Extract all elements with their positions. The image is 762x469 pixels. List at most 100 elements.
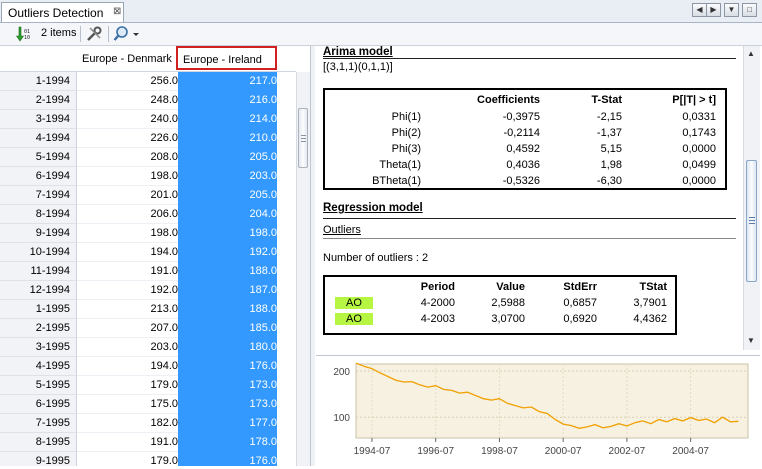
- cell-denmark[interactable]: 191.0: [77, 262, 178, 281]
- cell-denmark[interactable]: 191.0: [77, 433, 178, 452]
- arima-header-tstat: T-Stat: [591, 94, 622, 106]
- table-row[interactable]: 2-1995 207.0 185.0: [0, 319, 296, 338]
- cell-ireland[interactable]: 180.0: [178, 338, 277, 357]
- close-icon[interactable]: ⊠: [113, 6, 121, 17]
- table-row[interactable]: 1-1994 256.0 217.0: [0, 72, 296, 91]
- cell-denmark[interactable]: 240.0: [77, 110, 178, 129]
- row-period: 3-1994: [0, 110, 77, 129]
- cell-denmark[interactable]: 256.0: [77, 72, 178, 91]
- table-row[interactable]: 5-1994 208.0 205.0: [0, 148, 296, 167]
- outliers-rule: [323, 238, 736, 239]
- cell-denmark[interactable]: 194.0: [77, 243, 178, 262]
- cell-ireland[interactable]: 185.0: [178, 319, 277, 338]
- table-row[interactable]: 10-1994 194.0 192.0: [0, 243, 296, 262]
- cell-denmark[interactable]: 175.0: [77, 395, 178, 414]
- cell-denmark[interactable]: 179.0: [77, 452, 178, 466]
- table-row[interactable]: 4-1994 226.0 210.0: [0, 129, 296, 148]
- table-row[interactable]: 5-1995 179.0 173.0: [0, 376, 296, 395]
- table-row[interactable]: 4-1995 194.0 176.0: [0, 357, 296, 376]
- cell-ireland[interactable]: 178.0: [178, 433, 277, 452]
- cell-ireland[interactable]: 187.0: [178, 281, 277, 300]
- outlier-row: AO 4-2003 3,0700 0,6920 4,4362: [325, 313, 675, 329]
- outliers-table: Period Value StdErr TStat AO 4-2000 2,5988…: [323, 275, 677, 335]
- cell-denmark[interactable]: 192.0: [77, 281, 178, 300]
- table-row[interactable]: 8-1995 191.0 178.0: [0, 433, 296, 452]
- row-period: 12-1994: [0, 281, 77, 300]
- vertical-splitter[interactable]: [311, 46, 315, 466]
- cell-ireland[interactable]: 205.0: [178, 148, 277, 167]
- row-period: 2-1994: [0, 91, 77, 110]
- cell-ireland[interactable]: 177.0: [178, 414, 277, 433]
- cell-ireland[interactable]: 188.0: [178, 262, 277, 281]
- table-row[interactable]: 12-1994 192.0 187.0: [0, 281, 296, 300]
- cell-ireland[interactable]: 176.0: [178, 452, 277, 466]
- arima-pvalue: 0,0000: [682, 175, 716, 187]
- arima-param: BTheta(1): [372, 175, 421, 187]
- column-header-denmark[interactable]: Europe - Denmark: [82, 53, 172, 65]
- cell-denmark[interactable]: 198.0: [77, 167, 178, 186]
- table-header: Europe - Denmark Europe - Ireland: [0, 46, 296, 72]
- table-row[interactable]: 7-1995 182.0 177.0: [0, 414, 296, 433]
- arima-pvalue: 0,0331: [682, 111, 716, 123]
- table-scrollbar[interactable]: [296, 72, 310, 466]
- cell-denmark[interactable]: 194.0: [77, 357, 178, 376]
- nav-left-icon[interactable]: ◀: [692, 3, 707, 17]
- row-period: 2-1995: [0, 319, 77, 338]
- cell-denmark[interactable]: 182.0: [77, 414, 178, 433]
- table-row[interactable]: 2-1994 248.0 216.0: [0, 91, 296, 110]
- dropdown-icon[interactable]: ▼: [724, 3, 739, 17]
- table-row[interactable]: 8-1994 206.0 204.0: [0, 205, 296, 224]
- cell-ireland[interactable]: 205.0: [178, 186, 277, 205]
- cell-denmark[interactable]: 206.0: [77, 205, 178, 224]
- model-scrollbar-thumb[interactable]: [746, 160, 757, 282]
- cell-denmark[interactable]: 201.0: [77, 186, 178, 205]
- cell-denmark[interactable]: 226.0: [77, 129, 178, 148]
- arima-header-coefficients: Coefficients: [477, 94, 540, 106]
- cell-denmark[interactable]: 179.0: [77, 376, 178, 395]
- tab-outliers-detection[interactable]: Outliers Detection ⊠: [1, 2, 124, 22]
- cell-denmark[interactable]: 248.0: [77, 91, 178, 110]
- cell-ireland[interactable]: 203.0: [178, 167, 277, 186]
- cell-denmark[interactable]: 208.0: [77, 148, 178, 167]
- x-tick-label: 1994-07: [354, 446, 391, 457]
- tools-icon[interactable]: [86, 26, 102, 42]
- cell-ireland[interactable]: 210.0: [178, 129, 277, 148]
- cell-ireland[interactable]: 173.0: [178, 395, 277, 414]
- cell-ireland[interactable]: 217.0: [178, 72, 277, 91]
- nav-right-icon[interactable]: ▶: [706, 3, 721, 17]
- cell-ireland[interactable]: 192.0: [178, 243, 277, 262]
- cell-ireland[interactable]: 188.0: [178, 300, 277, 319]
- zoom-dropdown[interactable]: [113, 25, 139, 43]
- cell-ireland[interactable]: 173.0: [178, 376, 277, 395]
- table-row[interactable]: 7-1994 201.0 205.0: [0, 186, 296, 205]
- cell-ireland[interactable]: 214.0: [178, 110, 277, 129]
- table-row[interactable]: 3-1994 240.0 214.0: [0, 110, 296, 129]
- outliers-link[interactable]: Outliers: [323, 224, 361, 236]
- cell-denmark[interactable]: 207.0: [77, 319, 178, 338]
- scroll-up-icon[interactable]: ▲: [747, 49, 755, 58]
- table-row[interactable]: 6-1994 198.0 203.0: [0, 167, 296, 186]
- cell-ireland[interactable]: 216.0: [178, 91, 277, 110]
- model-scrollbar[interactable]: ▲ ▼: [743, 46, 760, 350]
- cell-denmark[interactable]: 203.0: [77, 338, 178, 357]
- sort-download-icon[interactable]: 01 10: [15, 26, 32, 42]
- arima-tstat: 5,15: [600, 143, 622, 155]
- table-row[interactable]: 1-1995 213.0 188.0: [0, 300, 296, 319]
- table-row[interactable]: 11-1994 191.0 188.0: [0, 262, 296, 281]
- table-row[interactable]: 9-1994 198.0 198.0: [0, 224, 296, 243]
- table-row[interactable]: 9-1995 179.0 176.0: [0, 452, 296, 466]
- cell-denmark[interactable]: 213.0: [77, 300, 178, 319]
- cell-denmark[interactable]: 198.0: [77, 224, 178, 243]
- maximize-icon[interactable]: □: [742, 3, 757, 17]
- scroll-down-icon[interactable]: ▼: [747, 336, 755, 345]
- arima-coefficient: 0,4036: [506, 159, 540, 171]
- table-row[interactable]: 6-1995 175.0 173.0: [0, 395, 296, 414]
- column-header-ireland-highlight[interactable]: Europe - Ireland: [176, 46, 277, 70]
- outlier-type-badge: AO: [335, 313, 373, 325]
- cell-ireland[interactable]: 198.0: [178, 224, 277, 243]
- table-row[interactable]: 3-1995 203.0 180.0: [0, 338, 296, 357]
- table-scrollbar-thumb[interactable]: [298, 108, 308, 168]
- cell-ireland[interactable]: 204.0: [178, 205, 277, 224]
- items-count: 2 items: [41, 27, 77, 39]
- cell-ireland[interactable]: 176.0: [178, 357, 277, 376]
